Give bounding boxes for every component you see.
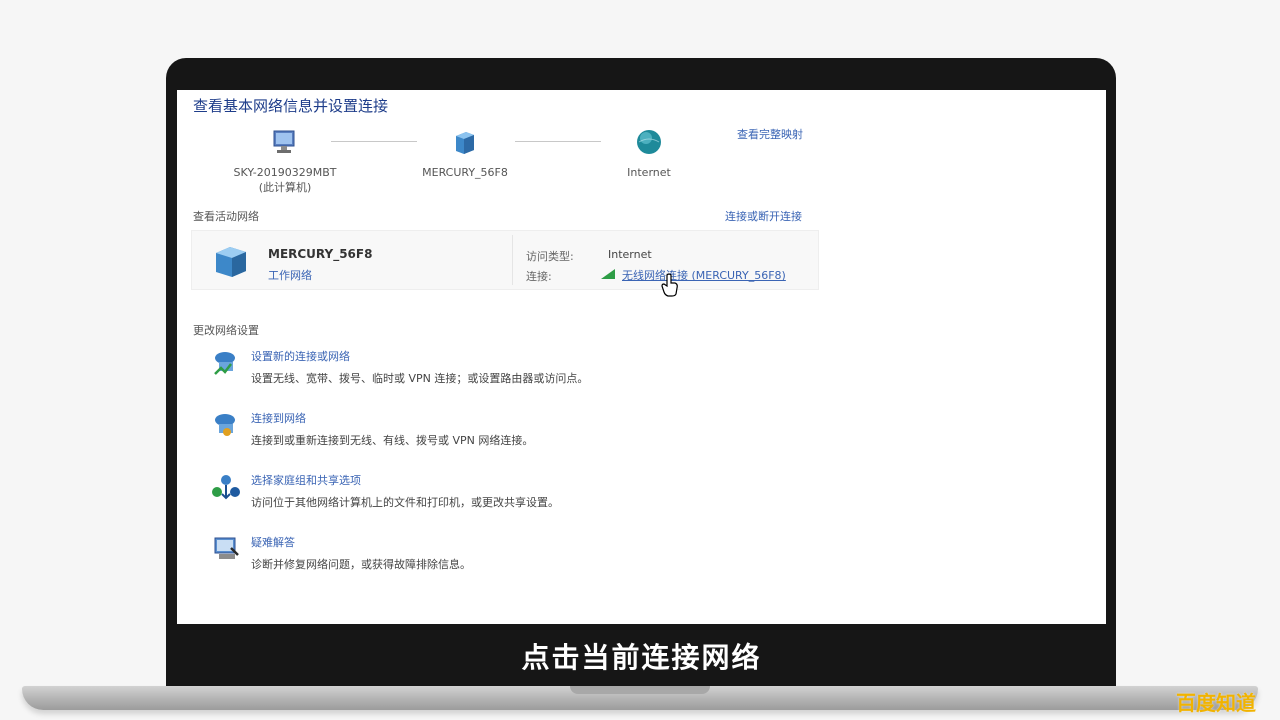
screen: 查看基本网络信息并设置连接 SKY-20190329MBT (此计算机) MER…: [177, 90, 1106, 624]
task-desc: 访问位于其他网络计算机上的文件和打印机，或更改共享设置。: [251, 496, 559, 509]
globe-icon: [637, 130, 661, 154]
task-troubleshoot[interactable]: 疑难解答 诊断并修复网络问题，或获得故障排除信息。: [211, 534, 811, 580]
task-desc: 诊断并修复网络问题，或获得故障排除信息。: [251, 558, 471, 571]
new-connection-icon: [214, 352, 235, 375]
task-new-connection[interactable]: 设置新的连接或网络 设置无线、宽带、拨号、临时或 VPN 连接；或设置路由器或访…: [211, 348, 811, 394]
topology-computer[interactable]: SKY-20190329MBT (此计算机): [185, 128, 385, 195]
router-name: MERCURY_56F8: [422, 166, 508, 179]
topology-router[interactable]: MERCURY_56F8: [365, 128, 565, 180]
task-title[interactable]: 连接到网络: [251, 410, 306, 426]
change-settings-label: 更改网络设置: [193, 324, 259, 337]
troubleshoot-icon: [214, 537, 239, 559]
computer-sub: (此计算机): [258, 181, 312, 194]
task-desc: 设置无线、宽带、拨号、临时或 VPN 连接；或设置路由器或访问点。: [251, 372, 589, 385]
access-type-value: Internet: [608, 248, 652, 261]
task-homegroup[interactable]: 选择家庭组和共享选项 访问位于其他网络计算机上的文件和打印机，或更改共享设置。: [211, 472, 811, 518]
watermark-logo: 百度知道: [1176, 691, 1256, 715]
wifi-signal-icon: [601, 269, 615, 279]
see-full-map-link[interactable]: 查看完整映射: [737, 126, 803, 142]
network-type-link[interactable]: 工作网络: [268, 267, 312, 283]
task-title[interactable]: 设置新的连接或网络: [251, 348, 350, 364]
connect-network-icon: [215, 414, 235, 436]
task-desc: 连接到或重新连接到无线、有线、拨号或 VPN 网络连接。: [251, 434, 534, 447]
topology-internet[interactable]: Internet: [549, 128, 749, 180]
network-name: MERCURY_56F8: [268, 247, 373, 261]
connection-label: 连接:: [526, 270, 552, 283]
computer-name: SKY-20190329MBT: [233, 166, 337, 179]
network-icon: [216, 247, 246, 277]
access-type-label: 访问类型:: [526, 250, 574, 263]
active-network-panel: MERCURY_56F8 工作网络 访问类型: Internet 连接: 无线网…: [191, 230, 819, 290]
task-title[interactable]: 选择家庭组和共享选项: [251, 472, 361, 488]
laptop-notch: [570, 686, 710, 694]
internet-name: Internet: [627, 166, 671, 179]
network-map: SKY-20190329MBT (此计算机) MERCURY_56F8 Inte…: [177, 90, 877, 210]
panel-divider: [512, 235, 513, 285]
network-icon: [456, 132, 474, 154]
task-title[interactable]: 疑难解答: [251, 534, 295, 550]
computer-icon: [273, 130, 295, 153]
connect-disconnect-link[interactable]: 连接或断开连接: [725, 208, 802, 224]
video-subtitle: 点击当前连接网络: [521, 641, 762, 674]
active-networks-label: 查看活动网络: [193, 210, 259, 223]
homegroup-icon: [212, 475, 240, 500]
connection-link[interactable]: 无线网络连接 (MERCURY_56F8): [622, 267, 786, 283]
task-connect-network[interactable]: 连接到网络 连接到或重新连接到无线、有线、拨号或 VPN 网络连接。: [211, 410, 811, 456]
hand-cursor-icon: [661, 273, 678, 297]
